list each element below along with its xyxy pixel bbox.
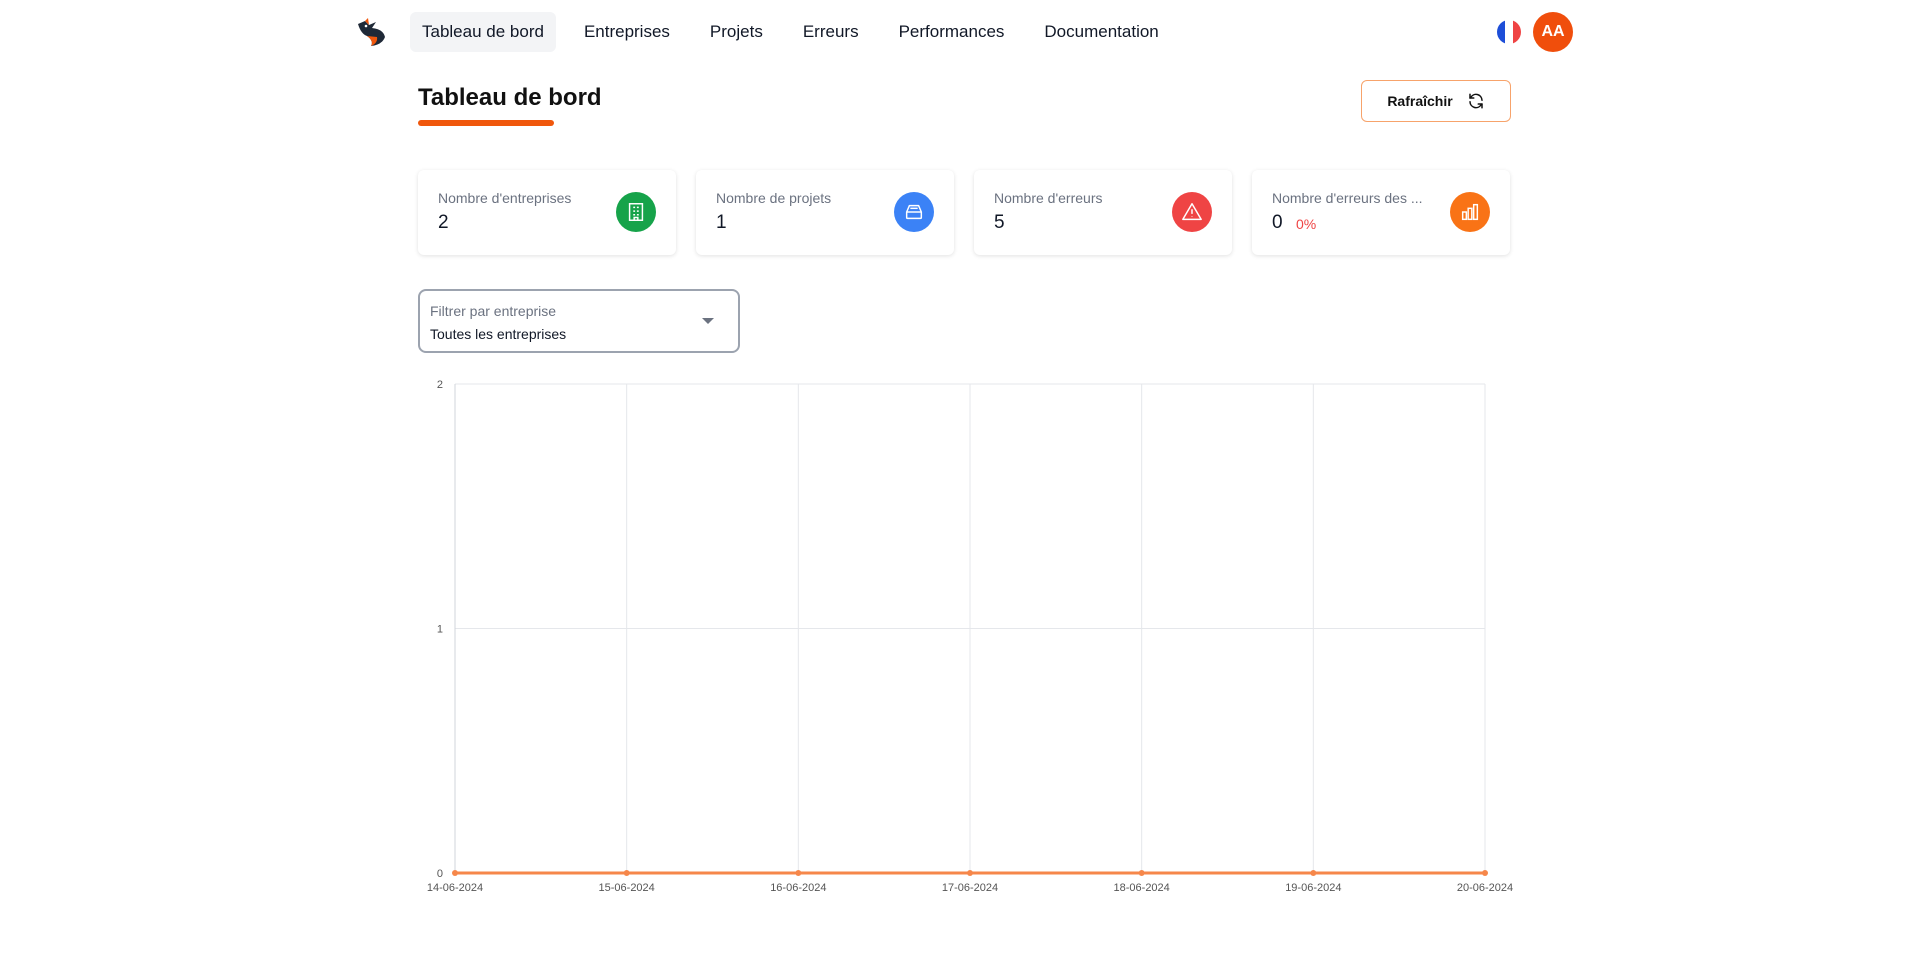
data-point bbox=[795, 870, 802, 876]
stat-value: 1 bbox=[716, 212, 727, 233]
refresh-button-label: Rafraîchir bbox=[1387, 93, 1453, 109]
title-underline bbox=[418, 120, 554, 126]
errors-line-chart: 0 1 2 14-06-2024 15-06-2024 16-06-2024 17-06-2… bbox=[427, 379, 1513, 894]
flag-france-icon[interactable] bbox=[1497, 20, 1521, 44]
top-navigation-bar: Tableau de bord Entreprises Projets Erre… bbox=[0, 0, 1920, 64]
nav-item-tableau-de-bord[interactable]: Tableau de bord bbox=[410, 12, 556, 52]
stat-label: Nombre d'entreprises bbox=[438, 190, 572, 206]
warning-icon bbox=[1172, 192, 1212, 232]
x-tick-label: 18-06-2024 bbox=[1114, 882, 1170, 894]
stat-label: Nombre d'erreurs des ... bbox=[1272, 190, 1423, 206]
stat-label: Nombre d'erreurs bbox=[994, 190, 1103, 206]
stat-card-erreurs-periode: Nombre d'erreurs des ... 0 0% bbox=[1252, 170, 1510, 255]
x-tick-label: 15-06-2024 bbox=[599, 882, 655, 894]
inbox-icon bbox=[894, 192, 934, 232]
bar-chart-icon bbox=[1450, 192, 1490, 232]
nav-item-documentation[interactable]: Documentation bbox=[1032, 12, 1170, 52]
nav-item-erreurs[interactable]: Erreurs bbox=[791, 12, 871, 52]
nav-item-projets[interactable]: Projets bbox=[698, 12, 775, 52]
filter-label: Filtrer par entreprise bbox=[430, 303, 557, 319]
data-point bbox=[1138, 870, 1145, 876]
y-tick-label: 1 bbox=[437, 624, 443, 636]
company-filter-select[interactable]: Filtrer par entreprise Toutes les entrep… bbox=[418, 289, 740, 353]
refresh-button[interactable]: Rafraîchir bbox=[1361, 80, 1511, 122]
stat-card-erreurs: Nombre d'erreurs 5 bbox=[974, 170, 1232, 255]
x-tick-label: 17-06-2024 bbox=[942, 882, 998, 894]
user-avatar[interactable]: AA bbox=[1533, 12, 1573, 52]
page-title: Tableau de bord bbox=[418, 84, 602, 111]
stat-percent-change: 0% bbox=[1296, 216, 1317, 232]
data-point bbox=[1310, 870, 1317, 876]
stat-value: 2 bbox=[438, 212, 449, 233]
x-tick-label: 14-06-2024 bbox=[427, 882, 483, 894]
stat-value: 5 bbox=[994, 212, 1005, 233]
chevron-down-icon bbox=[702, 318, 714, 324]
stat-card-projets: Nombre de projets 1 bbox=[696, 170, 954, 255]
data-point bbox=[967, 870, 973, 876]
x-tick-label: 19-06-2024 bbox=[1285, 882, 1341, 894]
app-logo[interactable] bbox=[356, 18, 388, 48]
x-tick-label: 16-06-2024 bbox=[770, 882, 826, 894]
stat-label: Nombre de projets bbox=[716, 190, 832, 206]
stats-row: Nombre d'entreprises 2 Nombre de projets… bbox=[418, 170, 1510, 255]
data-point bbox=[1482, 870, 1488, 876]
main-nav: Tableau de bord Entreprises Projets Erre… bbox=[410, 12, 1171, 52]
y-tick-label: 2 bbox=[437, 379, 443, 391]
filter-value: Toutes les entreprises bbox=[430, 326, 567, 342]
refresh-icon bbox=[1468, 93, 1483, 109]
nav-item-performances[interactable]: Performances bbox=[887, 12, 1017, 52]
x-tick-label: 20-06-2024 bbox=[1457, 882, 1513, 894]
y-tick-label: 0 bbox=[437, 868, 443, 880]
stat-value: 0 bbox=[1272, 212, 1283, 233]
building-icon bbox=[616, 192, 656, 232]
stat-card-entreprises: Nombre d'entreprises 2 bbox=[418, 170, 676, 255]
data-point bbox=[452, 870, 458, 876]
data-point bbox=[623, 870, 630, 876]
nav-item-entreprises[interactable]: Entreprises bbox=[572, 12, 682, 52]
